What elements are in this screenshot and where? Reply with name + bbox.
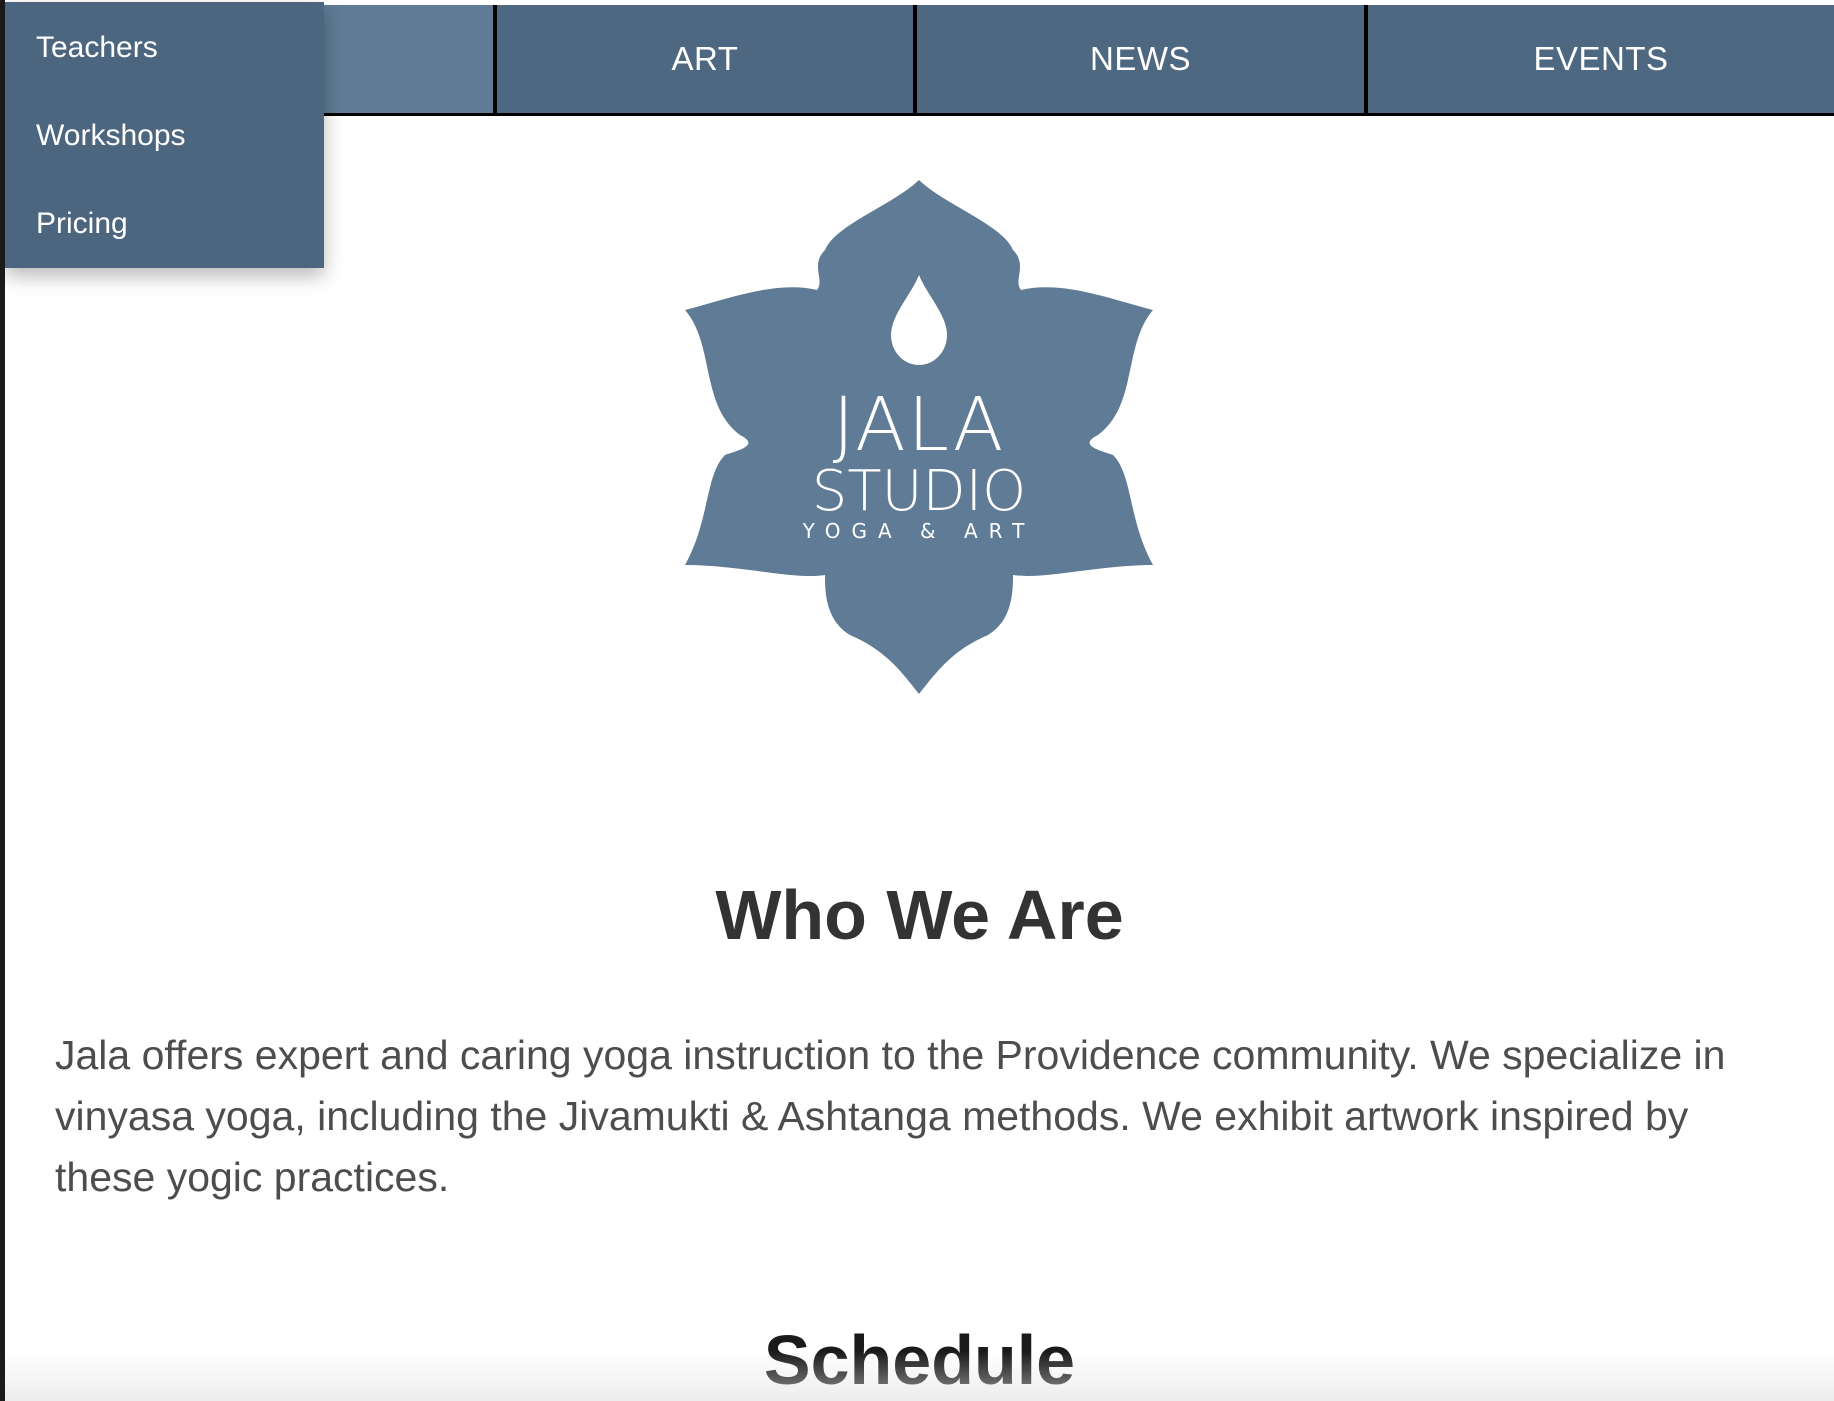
nav-item-events[interactable]: EVENTS	[1368, 5, 1834, 113]
jala-studio-lotus-logo: JALA STUDIO YOGA & ART	[685, 180, 1153, 694]
page: ART NEWS EVENTS Teachers Workshops Prici…	[5, 0, 1834, 1401]
schedule-heading: Schedule	[763, 1321, 1076, 1399]
nav-dropdown-menu: Teachers Workshops Pricing	[5, 2, 324, 268]
dropdown-item-workshops[interactable]: Workshops	[36, 119, 186, 153]
dropdown-item-pricing[interactable]: Pricing	[36, 207, 128, 241]
nav-item-news[interactable]: NEWS	[917, 5, 1364, 113]
logo-text-jala: JALA	[833, 382, 1006, 468]
who-we-are-description: Jala offers expert and caring yoga instr…	[55, 1032, 1726, 1200]
dropdown-item-teachers[interactable]: Teachers	[36, 31, 158, 65]
nav-item-art[interactable]: ART	[497, 5, 913, 113]
logo-text-studio: STUDIO	[812, 459, 1026, 524]
who-we-are-heading: Who We Are	[715, 876, 1124, 954]
logo-text-yoga-art: YOGA & ART	[802, 519, 1036, 543]
